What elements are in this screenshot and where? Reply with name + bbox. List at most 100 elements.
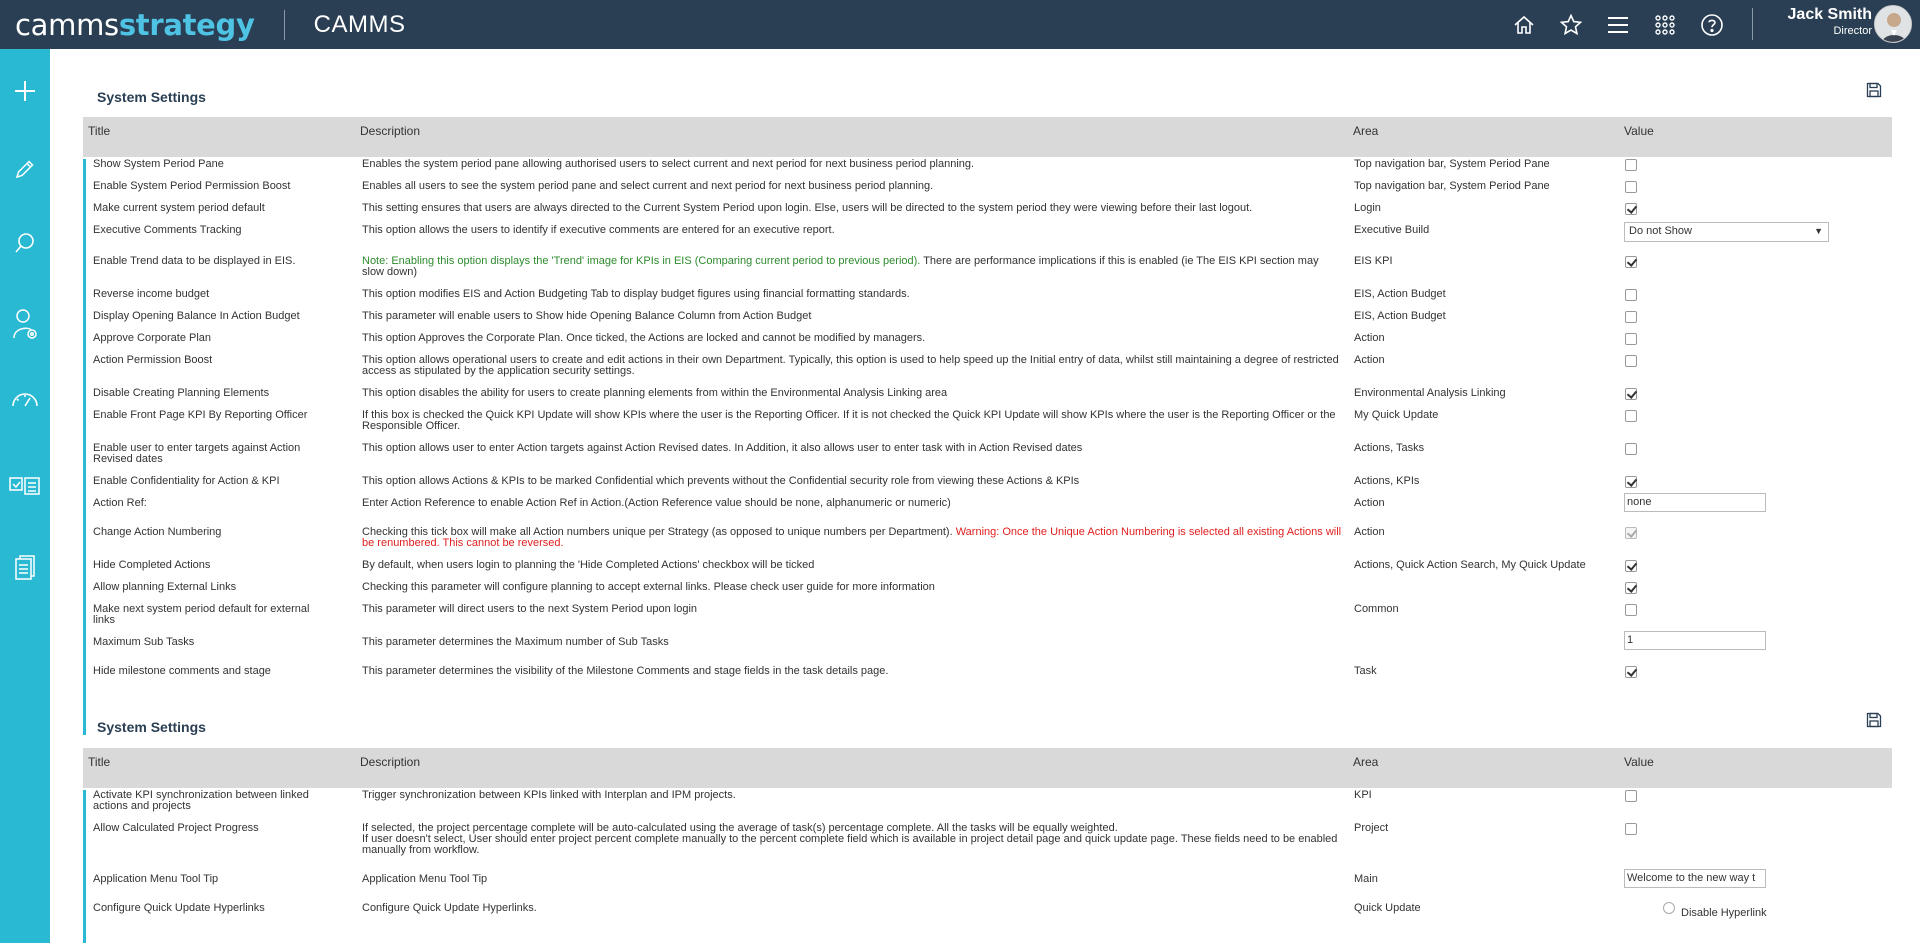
- setting-description: This parameter will enable users to Show…: [362, 311, 1342, 322]
- setting-value: [1624, 289, 1884, 304]
- setting-area: Main: [1354, 873, 1378, 885]
- setting-area: EIS, Action Budget: [1354, 288, 1446, 300]
- document-icon[interactable]: [0, 543, 50, 593]
- setting-description: This option disables the ability for use…: [362, 388, 1342, 399]
- user-info[interactable]: Jack Smith Director: [1760, 6, 1872, 37]
- user-settings-icon[interactable]: [0, 299, 50, 349]
- gauge-icon[interactable]: [0, 375, 50, 425]
- setting-checkbox[interactable]: [1625, 333, 1637, 345]
- setting-value: [1624, 388, 1884, 403]
- column-description[interactable]: Description: [360, 755, 420, 769]
- pencil-icon[interactable]: [0, 144, 50, 194]
- app-name: CAMMS: [313, 10, 406, 38]
- column-description[interactable]: Description: [360, 124, 420, 138]
- setting-title: Hide milestone comments and stage: [93, 665, 271, 677]
- setting-title: Enable Confidentiality for Action & KPI: [93, 475, 280, 487]
- panel-title: System Settings: [97, 89, 206, 105]
- description-text-2: If user doesn't select, User should ente…: [362, 833, 1338, 856]
- setting-radio[interactable]: [1663, 902, 1675, 914]
- description-text: This option allows operational users to …: [362, 354, 1339, 377]
- description-text: Checking this parameter will configure p…: [362, 581, 935, 593]
- setting-value: Disable Hyperlink: [1663, 902, 1920, 918]
- home-icon[interactable]: [1500, 0, 1547, 49]
- setting-text-input[interactable]: none: [1624, 493, 1766, 512]
- setting-checkbox[interactable]: [1625, 582, 1637, 594]
- user-divider: [1752, 8, 1753, 40]
- setting-checkbox[interactable]: [1625, 181, 1637, 193]
- description-text: This parameter will direct users to the …: [362, 603, 698, 615]
- setting-description: This option allows user to enter Action …: [362, 443, 1342, 454]
- setting-description: Enables all users to see the system peri…: [362, 181, 1342, 192]
- setting-text-input[interactable]: 1: [1624, 631, 1766, 650]
- save-icon[interactable]: [1866, 82, 1882, 98]
- setting-checkbox[interactable]: [1625, 666, 1637, 678]
- setting-area: Action: [1354, 332, 1385, 344]
- setting-title: Approve Corporate Plan: [93, 332, 212, 344]
- setting-checkbox[interactable]: [1625, 823, 1637, 835]
- setting-area: Action: [1354, 526, 1385, 538]
- save-icon[interactable]: [1866, 712, 1882, 728]
- setting-description: This option modifies EIS and Action Budg…: [362, 289, 1342, 300]
- column-area[interactable]: Area: [1353, 124, 1378, 138]
- setting-checkbox[interactable]: [1625, 790, 1637, 802]
- setting-text-input[interactable]: Welcome to the new way t: [1624, 869, 1766, 888]
- description-text: This parameter will enable users to Show…: [362, 310, 812, 322]
- setting-checkbox[interactable]: [1625, 256, 1637, 268]
- setting-title: Reverse income budget: [93, 288, 210, 300]
- description-text: This parameter determines the visibility…: [362, 665, 889, 677]
- setting-area: Action: [1354, 354, 1385, 366]
- help-icon[interactable]: [1688, 0, 1735, 49]
- setting-value: [1624, 181, 1884, 196]
- setting-checkbox[interactable]: [1625, 388, 1637, 400]
- setting-value: [1624, 604, 1884, 619]
- setting-area: Login: [1354, 202, 1381, 214]
- plus-icon[interactable]: [0, 66, 50, 116]
- setting-description: If selected, the project percentage comp…: [362, 823, 1342, 856]
- column-value[interactable]: Value: [1624, 755, 1654, 769]
- setting-title: Configure Quick Update Hyperlinks: [93, 902, 265, 914]
- description-text: This option disables the ability for use…: [362, 387, 948, 399]
- setting-area: Actions, Quick Action Search, My Quick U…: [1354, 559, 1586, 571]
- camms-strategy-logo[interactable]: cammsstrategy: [15, 8, 255, 42]
- setting-value: [1624, 823, 1884, 838]
- setting-checkbox[interactable]: [1625, 203, 1637, 215]
- setting-checkbox[interactable]: [1625, 476, 1637, 488]
- setting-description: This parameter determines the visibility…: [362, 666, 1342, 677]
- description-text: Application Menu Tool Tip: [362, 873, 488, 885]
- setting-checkbox[interactable]: [1625, 560, 1637, 572]
- id-card-icon[interactable]: [0, 461, 50, 511]
- avatar[interactable]: [1874, 5, 1912, 43]
- setting-description: Enter Action Reference to enable Action …: [362, 498, 1342, 509]
- column-title[interactable]: Title: [88, 124, 110, 138]
- column-area[interactable]: Area: [1353, 755, 1378, 769]
- setting-description: This option Approves the Corporate Plan.…: [362, 333, 1342, 344]
- setting-area: Project: [1354, 822, 1389, 834]
- description-text: This option modifies EIS and Action Budg…: [362, 288, 910, 300]
- user-role: Director: [1833, 25, 1872, 37]
- setting-checkbox[interactable]: [1625, 443, 1637, 455]
- setting-checkbox[interactable]: [1625, 311, 1637, 323]
- column-title[interactable]: Title: [88, 755, 110, 769]
- setting-area: Top navigation bar, System Period Pane: [1354, 158, 1550, 170]
- setting-title: Make current system period default: [93, 202, 265, 214]
- setting-checkbox[interactable]: [1625, 159, 1637, 171]
- setting-checkbox[interactable]: [1625, 289, 1637, 301]
- setting-description: If this box is checked the Quick KPI Upd…: [362, 410, 1342, 432]
- setting-area: Common: [1354, 603, 1399, 615]
- star-icon[interactable]: [1547, 0, 1594, 49]
- menu-icon[interactable]: [1594, 0, 1641, 49]
- setting-checkbox[interactable]: [1625, 410, 1637, 422]
- setting-select[interactable]: Do not Show ▼: [1624, 222, 1829, 242]
- description-text: This option allows the users to identify…: [362, 224, 835, 236]
- setting-description: This setting ensures that users are alwa…: [362, 203, 1342, 214]
- panel-title: System Settings: [97, 719, 206, 735]
- setting-checkbox[interactable]: [1625, 604, 1637, 616]
- column-value[interactable]: Value: [1624, 124, 1654, 138]
- setting-description: Enables the system period pane allowing …: [362, 159, 1342, 170]
- setting-checkbox[interactable]: [1625, 355, 1637, 367]
- apps-grid-icon[interactable]: [1641, 0, 1688, 49]
- setting-value: [1624, 443, 1884, 458]
- setting-description: This parameter determines the Maximum nu…: [362, 637, 1342, 648]
- search-icon[interactable]: [0, 218, 50, 268]
- setting-description: This parameter will direct users to the …: [362, 604, 1342, 615]
